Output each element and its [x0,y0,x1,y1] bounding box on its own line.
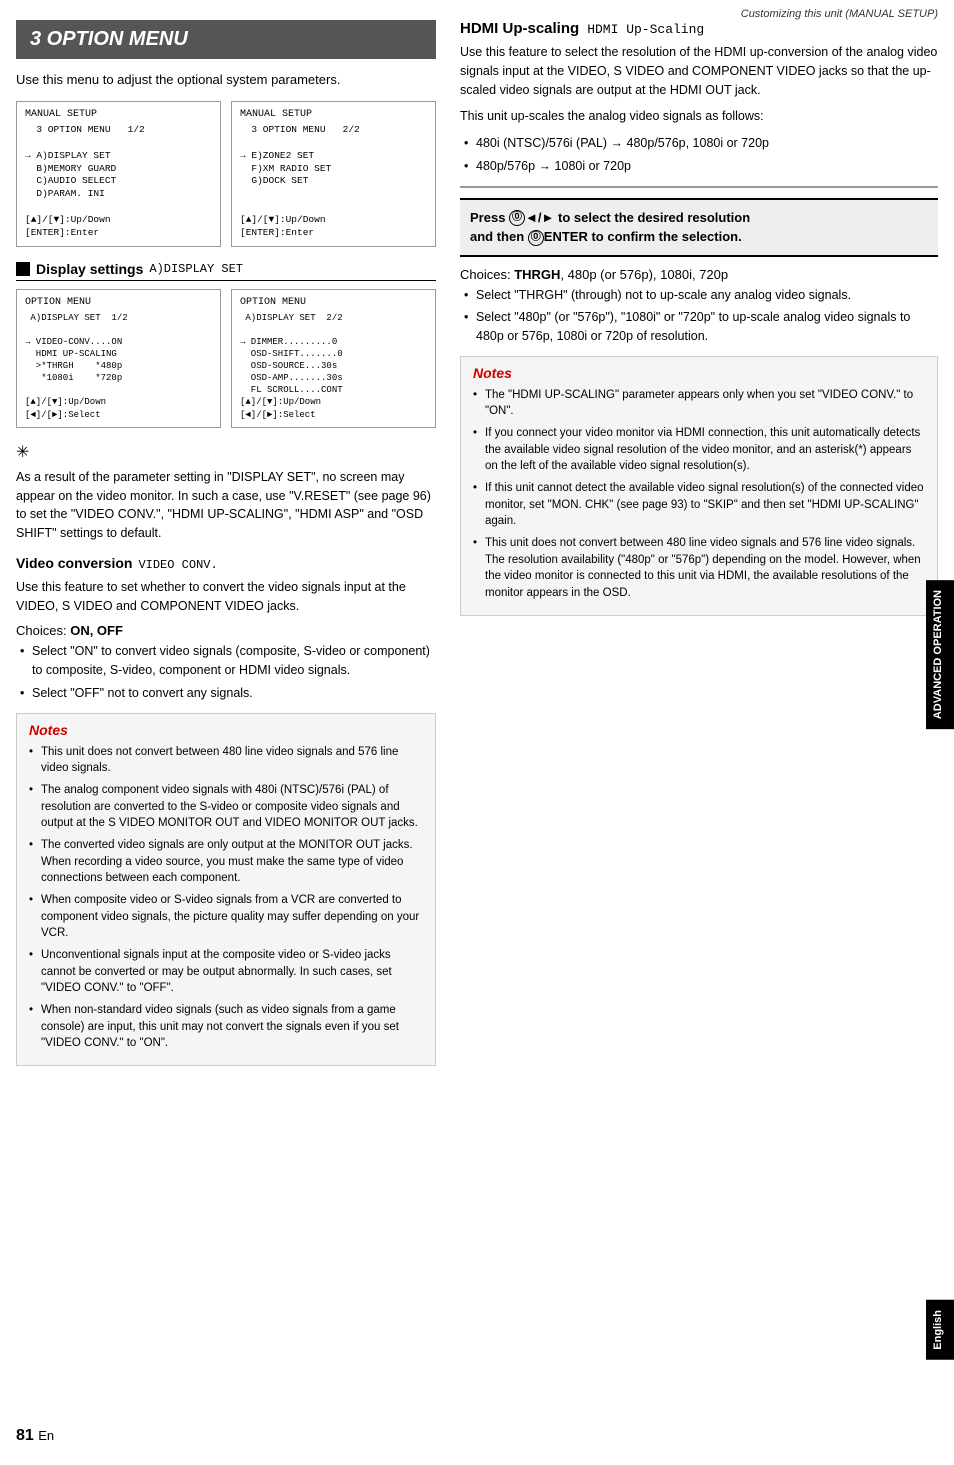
hdmi-choice-bullet-1: Select "THRGH" (through) not to up-scale… [460,286,938,305]
video-note-2: The analog component video signals with … [29,782,423,832]
hdmi-note-1: The "HDMI UP-SCALING" parameter appears … [473,387,925,420]
video-conversion-mono: VIDEO CONV. [138,558,217,572]
display-screen-1: OPTION MENU A)DISPLAY SET 1/2 → VIDEO-CO… [16,289,221,428]
screen-title-2: MANUAL SETUP [240,108,427,122]
video-conversion-heading: Video conversion VIDEO CONV. [16,555,436,572]
display-settings-label: Display settings [36,261,143,277]
screen-title-1: MANUAL SETUP [25,108,212,122]
hdmi-label: HDMI Up-scaling [460,20,579,37]
hdmi-notes-title: Notes [473,365,925,381]
hdmi-note-3: If this unit cannot detect the available… [473,480,925,530]
square-icon [16,262,30,276]
screen-box-1: MANUAL SETUP 3 OPTION MENU 1/2 → A)DISPL… [16,101,221,246]
page-number: 81 En [16,1427,54,1445]
video-bullet-1: Select "ON" to convert video signals (co… [16,642,436,680]
hdmi-notes-list: The "HDMI UP-SCALING" parameter appears … [473,387,925,602]
hdmi-note-2: If you connect your video monitor via HD… [473,425,925,475]
top-screen-boxes: MANUAL SETUP 3 OPTION MENU 1/2 → A)DISPL… [16,101,436,246]
hdmi-mono: HDMI Up-Scaling [587,22,704,37]
hdmi-upscale-intro: This unit up-scales the analog video sig… [460,107,938,126]
english-tab: English [926,1300,954,1360]
display-screen-boxes: OPTION MENU A)DISPLAY SET 1/2 → VIDEO-CO… [16,289,436,428]
tip-section: ✳ As a result of the parameter setting i… [16,442,436,543]
screen-box-2: MANUAL SETUP 3 OPTION MENU 2/2 → E)ZONE2… [231,101,436,246]
right-column: HDMI Up-scaling HDMI Up-Scaling Use this… [456,20,938,1076]
video-conversion-label: Video conversion [16,555,132,571]
hdmi-choice-bullets: Select "THRGH" (through) not to up-scale… [460,286,938,346]
hdmi-notes-section: Notes The "HDMI UP-SCALING" parameter ap… [460,356,938,616]
press-instruction: Press ⓪◄/► to select the desired resolut… [460,198,938,257]
display-screen-title-1: OPTION MENU [25,296,212,310]
hdmi-intro: Use this feature to select the resolutio… [460,43,938,99]
display-screen-title-2: OPTION MENU [240,296,427,310]
page-header: Customizing this unit (MANUAL SETUP) [741,8,938,20]
video-notes-section: Notes This unit does not convert between… [16,713,436,1066]
video-bullet-2: Select "OFF" not to convert any signals. [16,684,436,703]
hdmi-upscale-bullet-2: 480p/576p → 1080i or 720p [460,157,938,176]
video-bullets: Select "ON" to convert video signals (co… [16,642,436,702]
video-note-4: When composite video or S-video signals … [29,892,423,942]
tip-text: As a result of the parameter setting in … [16,468,436,543]
display-screen-2: OPTION MENU A)DISPLAY SET 2/2 → DIMMER..… [231,289,436,428]
advanced-operation-tab: ADVANCED OPERATION [926,580,954,729]
video-note-5: Unconventional signals input at the comp… [29,947,423,997]
hdmi-heading: HDMI Up-scaling HDMI Up-Scaling [460,20,938,37]
hdmi-upscale-bullet-1: 480i (NTSC)/576i (PAL) → 480p/576p, 1080… [460,134,938,153]
display-settings-mono: A)DISPLAY SET [149,262,243,276]
video-notes-title: Notes [29,722,423,738]
hdmi-note-4: This unit does not convert between 480 l… [473,535,925,602]
video-conversion-intro: Use this feature to set whether to conve… [16,578,436,616]
video-choices-label: Choices: ON, OFF [16,623,436,638]
video-note-3: The converted video signals are only out… [29,837,423,887]
section-intro: Use this menu to adjust the optional sys… [16,71,436,89]
hdmi-choices-label: Choices: THRGH, 480p (or 576p), 1080i, 7… [460,267,938,282]
circle-btn-enter: ⓪ [528,230,544,246]
tip-icon: ✳ [16,442,436,462]
hdmi-choice-bullet-2: Select "480p" (or "576p"), "1080i" or "7… [460,308,938,346]
left-column: 3 OPTION MENU Use this menu to adjust th… [16,20,456,1076]
video-notes-list: This unit does not convert between 480 l… [29,744,423,1052]
display-settings-heading: Display settings A)DISPLAY SET [16,261,436,281]
hdmi-upscale-bullets: 480i (NTSC)/576i (PAL) → 480p/576p, 1080… [460,134,938,176]
circle-btn-nav: ⓪ [509,210,525,226]
section-title: 3 OPTION MENU [16,20,436,59]
video-note-1: This unit does not convert between 480 l… [29,744,423,777]
video-note-6: When non-standard video signals (such as… [29,1002,423,1052]
